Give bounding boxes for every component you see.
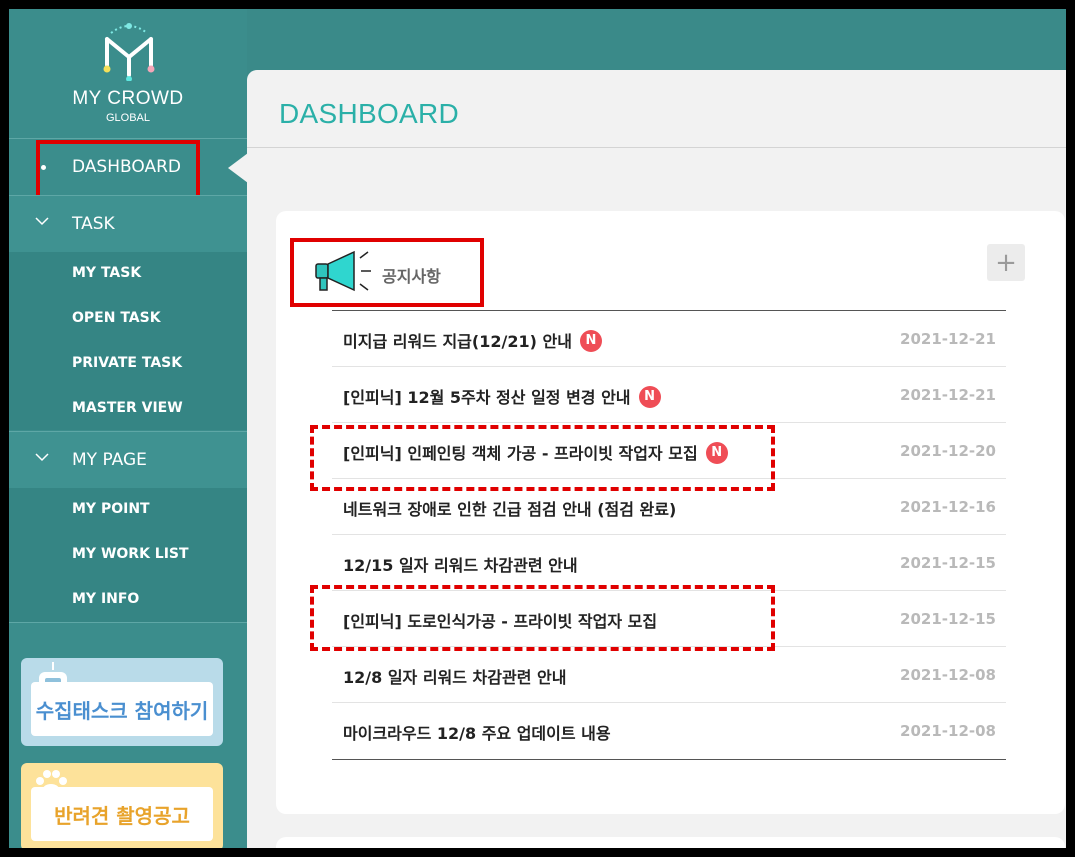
banner-label: 반려견 촬영공고 bbox=[31, 787, 213, 841]
sidebar-item-my-info[interactable]: MY INFO bbox=[72, 591, 139, 607]
highlight-box bbox=[36, 140, 200, 199]
sidebar-item-private-task[interactable]: PRIVATE TASK bbox=[72, 355, 182, 371]
nav-divider bbox=[9, 622, 247, 623]
sidebar-item-label: TASK bbox=[72, 214, 115, 234]
active-indicator bbox=[228, 153, 248, 183]
notice-row-date: 2021-12-15 bbox=[900, 554, 996, 572]
highlight-dashed-box bbox=[310, 585, 775, 651]
sidebar-item-my-work-list[interactable]: MY WORK LIST bbox=[72, 546, 189, 562]
notice-row[interactable]: 미지급 리워드 지급(12/21) 안내 N 2021-12-21 bbox=[332, 311, 1006, 367]
notice-card: 공지사항 + 미지급 리워드 지급(12/21) 안내 N 2021-12-21 … bbox=[276, 211, 1065, 814]
sidebar-item-my-task[interactable]: MY TASK bbox=[72, 265, 141, 281]
notice-row-date: 2021-12-16 bbox=[900, 498, 996, 516]
banner-dog-photo[interactable]: 반려견 촬영공고 bbox=[21, 763, 223, 848]
notice-row[interactable]: 12/15 일자 리워드 차감관련 안내 2021-12-15 bbox=[332, 535, 1006, 591]
sidebar-item-task[interactable]: TASK bbox=[9, 196, 247, 252]
sidebar: MY CROWD GLOBAL DASHBOARD TASK MY TASK O… bbox=[9, 9, 247, 848]
notice-row-title: 12/15 일자 리워드 차감관련 안내 bbox=[343, 556, 578, 575]
notice-row-date: 2021-12-20 bbox=[900, 442, 996, 460]
notice-row[interactable]: [인피닉] 12월 5주차 정산 일정 변경 안내 N 2021-12-21 bbox=[332, 367, 1006, 423]
notice-row-title: 미지급 리워드 지급(12/21) 안내 N bbox=[343, 328, 602, 354]
notice-row-date: 2021-12-15 bbox=[900, 610, 996, 628]
sidebar-item-master-view[interactable]: MASTER VIEW bbox=[72, 400, 183, 416]
sidebar-item-label: MY PAGE bbox=[72, 450, 147, 470]
notice-row-date: 2021-12-21 bbox=[900, 330, 996, 348]
brand-sub: GLOBAL bbox=[105, 112, 151, 124]
app-window: MY CROWD GLOBAL DASHBOARD TASK MY TASK O… bbox=[9, 9, 1066, 848]
chevron-down-icon bbox=[35, 217, 49, 226]
secondary-card bbox=[276, 837, 1065, 848]
sidebar-item-open-task[interactable]: OPEN TASK bbox=[72, 310, 161, 326]
page-title: DASHBOARD bbox=[279, 98, 460, 129]
notice-row[interactable]: 마이크라우드 12/8 주요 업데이트 내용 2021-12-08 bbox=[332, 703, 1006, 759]
banner-label: 수집태스크 참여하기 bbox=[31, 682, 213, 736]
sidebar-item-my-point[interactable]: MY POINT bbox=[72, 501, 150, 517]
new-badge: N bbox=[579, 329, 602, 352]
notice-row-date: 2021-12-08 bbox=[900, 666, 996, 684]
banner-collect-task[interactable]: 수집태스크 참여하기 bbox=[21, 658, 223, 746]
chevron-down-icon bbox=[35, 453, 49, 462]
notice-row-title: 마이크라우드 12/8 주요 업데이트 내용 bbox=[343, 724, 611, 743]
new-badge: N bbox=[638, 385, 661, 408]
notice-row-date: 2021-12-08 bbox=[900, 722, 996, 740]
mycrowd-logo-icon bbox=[103, 23, 155, 81]
notice-row-title: [인피닉] 12월 5주차 정산 일정 변경 안내 N bbox=[343, 384, 661, 410]
brand-name: MY CROWD bbox=[72, 88, 184, 109]
sidebar-item-my-page[interactable]: MY PAGE bbox=[9, 432, 247, 488]
main-content: DASHBOARD 공지사항 + 미지급 리워드 지급(12/21) 안내 N 2… bbox=[247, 70, 1066, 848]
highlight-box bbox=[290, 238, 484, 307]
notice-row[interactable]: 12/8 일자 리워드 차감관련 안내 2021-12-08 bbox=[332, 647, 1006, 703]
logo[interactable]: MY CROWD GLOBAL bbox=[9, 9, 247, 138]
notice-row-date: 2021-12-21 bbox=[900, 386, 996, 404]
highlight-dashed-box bbox=[310, 425, 775, 491]
list-bottom-border bbox=[332, 759, 1006, 760]
notice-row-title: 네트워크 장애로 인한 긴급 점검 안내 (점검 완료) bbox=[343, 500, 677, 519]
title-divider bbox=[247, 147, 1066, 148]
more-notices-button[interactable]: + bbox=[987, 244, 1025, 281]
notice-row-title: 12/8 일자 리워드 차감관련 안내 bbox=[343, 668, 567, 687]
